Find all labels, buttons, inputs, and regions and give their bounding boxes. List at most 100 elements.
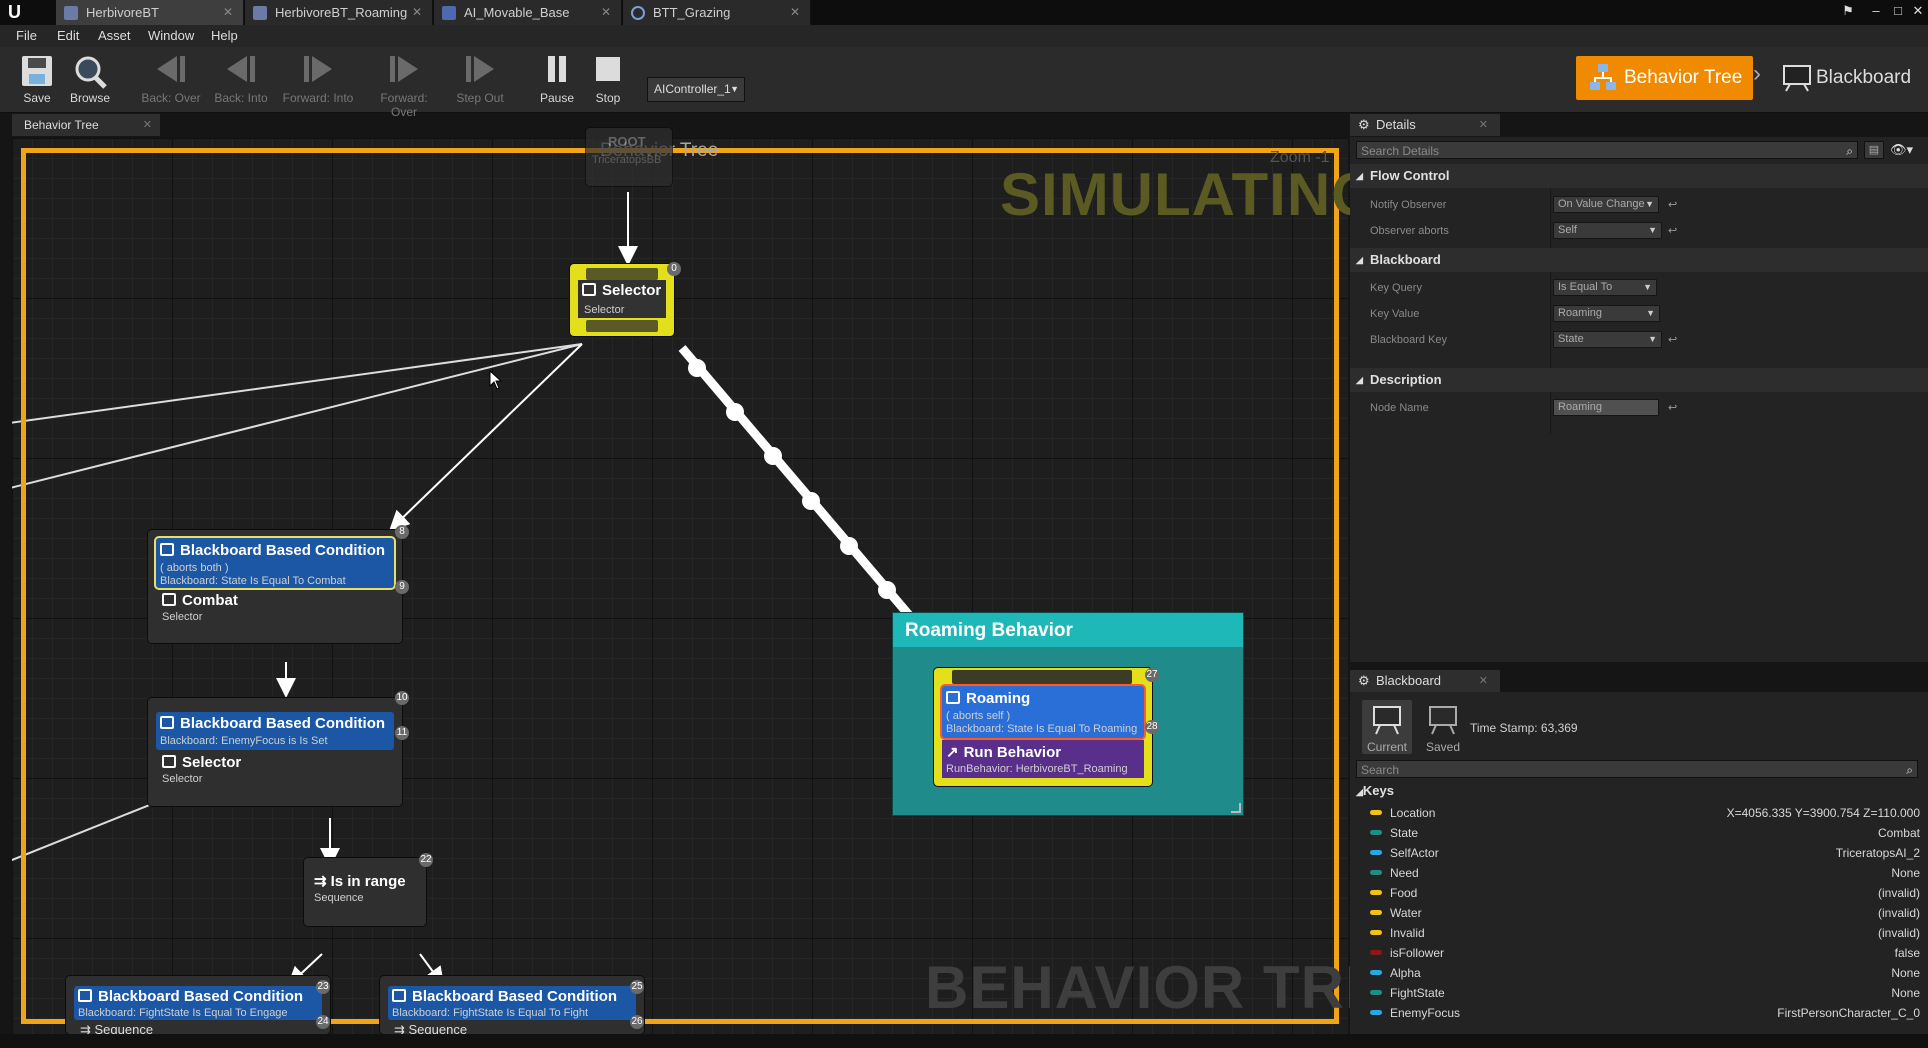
back-into-button[interactable]: Back: Into <box>205 47 277 112</box>
blackboard-key-dropdown[interactable]: State ▼ <box>1553 331 1662 348</box>
close-window-icon[interactable]: ✕ <box>1906 2 1928 20</box>
bb-key-row[interactable]: FightState None <box>1370 983 1920 1003</box>
tab-details[interactable]: ⚙ Details ✕ <box>1350 114 1500 136</box>
back-over-button[interactable]: Back: Over <box>135 47 207 112</box>
menu-window[interactable]: Window <box>148 25 194 47</box>
selector-node[interactable]: Selector Selector 0 <box>570 262 681 336</box>
back-into-icon <box>227 56 255 82</box>
bb-key-row[interactable]: SelfActor TriceratopsAI_2 <box>1370 843 1920 863</box>
chevron-down-icon: ▼ <box>1648 334 1657 344</box>
fight-subtitle: Sequence <box>408 1022 468 1034</box>
current-button[interactable]: Current <box>1362 700 1412 754</box>
key-type-swatch <box>1370 950 1382 955</box>
keys-header[interactable]: ◢Keys <box>1356 783 1394 798</box>
reset-to-default-icon[interactable]: ↩ <box>1668 198 1677 211</box>
bb-key-row[interactable]: Food (invalid) <box>1370 883 1920 903</box>
forward-over-button[interactable]: Forward: Over <box>368 47 440 119</box>
resize-handle-icon[interactable] <box>1231 803 1241 813</box>
blackboard-current-icon <box>1373 706 1401 735</box>
key-value-dropdown[interactable]: Roaming ▼ <box>1553 305 1660 322</box>
details-search-input[interactable]: Search Details ⌕ <box>1356 141 1858 159</box>
reset-to-default-icon[interactable]: ↩ <box>1668 401 1677 414</box>
browse-button[interactable]: Browse <box>54 47 126 112</box>
time-stamp: Time Stamp: 63,369 <box>1470 721 1578 735</box>
view-options-icon[interactable]: 👁▾ <box>1890 141 1922 159</box>
category-blackboard[interactable]: ◢ Blackboard <box>1350 248 1928 272</box>
details-icon: ⚙ <box>1358 117 1370 132</box>
selector-title: Selector <box>602 282 662 299</box>
category-description[interactable]: ◢ Description <box>1350 368 1928 392</box>
blackboard-mode-button[interactable]: Blackboard <box>1778 56 1928 100</box>
key-value: TriceratopsAI_2 <box>1835 846 1920 860</box>
bb-key-row[interactable]: Water (invalid) <box>1370 903 1920 923</box>
property-matrix-icon[interactable]: ▤ <box>1864 141 1884 159</box>
reset-to-default-icon[interactable]: ↩ <box>1668 333 1677 346</box>
decorator-aborts: ( aborts both ) <box>160 562 229 574</box>
enemy-decorator[interactable]: Blackboard Based Condition Blackboard: E… <box>156 712 394 750</box>
bb-key-row[interactable]: State Combat <box>1370 823 1920 843</box>
fight-node[interactable]: Blackboard Based Condition Blackboard: F… <box>380 976 644 1034</box>
key-query-dropdown[interactable]: Is Equal To ▼ <box>1553 279 1657 296</box>
bb-key-row[interactable]: Alpha None <box>1370 963 1920 983</box>
bb-key-row[interactable]: isFollower false <box>1370 943 1920 963</box>
bb-key-row[interactable]: EnemyFocus FirstPersonCharacter_C_0 <box>1370 1003 1920 1023</box>
forward-into-button[interactable]: Forward: Into <box>282 47 354 112</box>
tab-herbivorebt[interactable]: HerbivoreBT ✕ <box>56 0 244 25</box>
behavior-tree-mode-button[interactable]: Behavior Tree <box>1576 56 1753 100</box>
debug-object-select[interactable]: AIController_1 ▼ <box>647 77 745 102</box>
blackboard-search-placeholder: Search <box>1361 763 1400 777</box>
fight-decorator[interactable]: Blackboard Based Condition Blackboard: F… <box>388 986 636 1020</box>
key-type-swatch <box>1370 1010 1382 1015</box>
close-icon[interactable]: ✕ <box>601 0 611 25</box>
engage-decorator[interactable]: Blackboard Based Condition Blackboard: F… <box>74 986 322 1020</box>
close-icon[interactable]: ✕ <box>1479 670 1488 692</box>
key-value: false <box>1894 946 1920 960</box>
category-title: Blackboard <box>1370 252 1441 267</box>
combat-decorator[interactable]: Blackboard Based Condition ( aborts both… <box>156 538 394 588</box>
engage-node[interactable]: Blackboard Based Condition Blackboard: F… <box>66 976 330 1034</box>
menu-file[interactable]: File <box>16 25 37 47</box>
close-icon[interactable]: ✕ <box>412 0 422 25</box>
menu-asset[interactable]: Asset <box>98 25 131 47</box>
blackboard-decorator-icon <box>160 543 174 556</box>
close-icon[interactable]: ✕ <box>1479 114 1488 136</box>
reset-to-default-icon[interactable]: ↩ <box>1668 224 1677 237</box>
combat-node[interactable]: Blackboard Based Condition ( aborts both… <box>148 525 409 643</box>
close-icon[interactable]: ✕ <box>790 0 800 25</box>
prop-value: Self <box>1558 224 1577 236</box>
tab-btt-grazing[interactable]: BTT_Grazing ✕ <box>623 0 811 25</box>
tab-blackboard[interactable]: ⚙ Blackboard ✕ <box>1350 670 1500 692</box>
key-type-swatch <box>1370 870 1382 875</box>
tab-herbivorebt-roaming[interactable]: HerbivoreBT_Roaming ✕ <box>245 0 433 25</box>
step-out-button[interactable]: Step Out <box>444 47 516 112</box>
notify-observer-dropdown[interactable]: On Value Change ▼ <box>1553 196 1659 213</box>
run-behavior-task[interactable]: ↗ Run Behavior RunBehavior: HerbivoreBT_R… <box>942 740 1144 778</box>
bb-key-row[interactable]: Location X=4056.335 Y=3900.754 Z=110.000 <box>1370 803 1920 823</box>
close-icon[interactable]: ✕ <box>223 0 233 25</box>
stop-button[interactable]: Stop <box>572 47 644 112</box>
pause-icon <box>548 56 566 82</box>
node-name-input[interactable]: Roaming <box>1553 399 1659 416</box>
is-in-range-node[interactable]: ⇉ Is in range Sequence 22 <box>304 853 433 926</box>
tab-ai-movable-base[interactable]: AI_Movable_Base ✕ <box>434 0 622 25</box>
menu-help[interactable]: Help <box>211 25 238 47</box>
bb-key-row[interactable]: Need None <box>1370 863 1920 883</box>
blackboard-decorator-icon <box>946 691 960 704</box>
close-icon[interactable]: ✕ <box>143 114 152 136</box>
observer-aborts-dropdown[interactable]: Self ▼ <box>1553 222 1662 239</box>
bb-key-row[interactable]: Invalid (invalid) <box>1370 923 1920 943</box>
menu-edit[interactable]: Edit <box>57 25 79 47</box>
feedback-icon[interactable]: ⚑ <box>1836 2 1860 20</box>
minimize-icon[interactable]: – <box>1864 2 1888 20</box>
back-over-icon <box>157 56 185 82</box>
roaming-node[interactable]: Roaming ( aborts self ) Blackboard: Stat… <box>934 668 1159 786</box>
root-node[interactable]: ROOT TriceratopsBB <box>586 128 672 186</box>
roaming-decorator[interactable]: Roaming ( aborts self ) Blackboard: Stat… <box>942 686 1144 738</box>
blackboard-search-input[interactable]: Search ⌕ <box>1356 760 1918 778</box>
tab-behavior-tree-graph[interactable]: Behavior Tree ✕ <box>12 114 160 136</box>
category-flow-control[interactable]: ◢ Flow Control <box>1350 164 1928 188</box>
forward-into-icon <box>304 56 332 82</box>
saved-button[interactable]: Saved <box>1418 700 1468 754</box>
step-out-icon <box>466 56 494 82</box>
enemy-selector-node[interactable]: Blackboard Based Condition Blackboard: E… <box>148 691 409 806</box>
